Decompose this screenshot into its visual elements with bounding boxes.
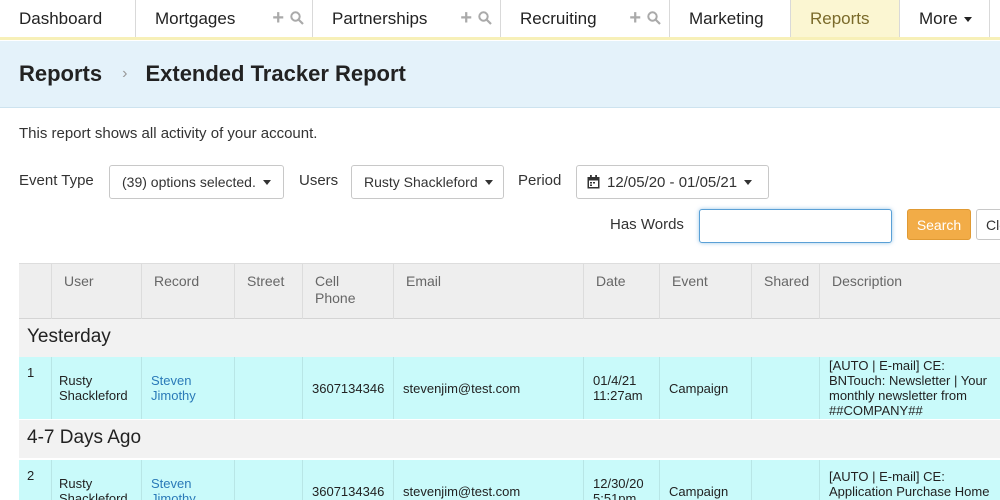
cell-description: [AUTO | E-mail] CE: BNTouch: Newsletter … <box>820 357 1000 419</box>
column-header-date[interactable]: Date <box>584 264 660 320</box>
cell-shared <box>752 357 820 419</box>
tab-label: Reports <box>810 9 870 28</box>
tab-label: More <box>900 9 972 29</box>
caret-down-icon <box>744 179 753 185</box>
caret-down-icon <box>262 179 271 185</box>
cell-shared <box>752 460 820 500</box>
page-title: Extended Tracker Report <box>145 61 406 86</box>
tab-recruiting[interactable]: Recruiting + <box>501 0 670 38</box>
breadcrumb-reports[interactable]: Reports <box>19 61 102 87</box>
row-number: 2 <box>19 460 52 500</box>
cell-phone: 3607134346 <box>303 357 394 419</box>
tab-label: Mortgages <box>155 9 236 28</box>
tab-marketing[interactable]: Marketing <box>670 0 791 38</box>
column-header-user[interactable]: User <box>52 264 142 320</box>
search-icon[interactable] <box>647 11 661 25</box>
tab-partnerships[interactable]: Partnerships + <box>313 0 501 38</box>
chevron-right-icon: › <box>122 65 128 82</box>
cell-date: 01/4/21 11:27am <box>584 357 660 419</box>
column-header-email[interactable]: Email <box>394 264 584 320</box>
column-header-number <box>19 264 52 320</box>
caret-down-icon <box>484 179 493 185</box>
record-link[interactable]: Steven Jimothy <box>151 373 211 403</box>
cell-user: Rusty Shackleford <box>52 357 142 419</box>
cell-description: [AUTO | E-mail] CE: Application Purchase… <box>820 460 1000 500</box>
group-heading: Yesterday <box>19 319 1000 357</box>
plus-icon[interactable]: + <box>460 8 472 28</box>
column-header-cell-phone[interactable]: Cell Phone <box>303 264 394 320</box>
search-icon[interactable] <box>290 11 304 25</box>
column-header-street[interactable]: Street <box>235 264 303 320</box>
column-header-description[interactable]: Description <box>820 264 1000 320</box>
users-dropdown[interactable]: Rusty Shackleford <box>351 165 504 199</box>
cell-date: 12/30/20 5:51pm <box>584 460 660 500</box>
cell-description-text: [AUTO | E-mail] CE: BNTouch: Newsletter … <box>829 358 988 418</box>
users-label: Users <box>299 172 339 189</box>
tab-mortgages[interactable]: Mortgages + <box>136 0 313 38</box>
cell-email: stevenjim@test.com <box>394 357 584 419</box>
cell-user: Rusty Shackleford <box>52 460 142 500</box>
column-header-shared[interactable]: Shared <box>752 264 820 320</box>
row-number: 1 <box>19 357 52 419</box>
cell-description-text: [AUTO | E-mail] CE: Application Purchase… <box>829 468 990 500</box>
cell-record[interactable]: Steven Jimothy <box>142 460 235 500</box>
cell-date-text: 01/4/21 11:27am <box>593 373 643 403</box>
report-description: This report shows all activity of your a… <box>19 125 318 142</box>
tab-dashboard[interactable]: Dashboard <box>0 0 136 38</box>
calendar-icon <box>587 175 600 189</box>
table-header: User Record Street Cell Phone Email Date… <box>19 263 1000 320</box>
cell-user-text: Rusty Shackleford <box>59 373 128 403</box>
search-button[interactable]: Search <box>907 209 971 240</box>
cell-street <box>235 460 303 500</box>
column-header-event[interactable]: Event <box>660 264 752 320</box>
cell-user-text: Rusty Shackleford <box>59 476 128 500</box>
table-row[interactable]: 1 Rusty Shackleford Steven Jimothy 36071… <box>19 357 1000 419</box>
record-link[interactable]: Steven Jimothy <box>151 476 211 500</box>
cell-event: Campaign <box>660 357 752 419</box>
period-dropdown[interactable]: 12/05/20 - 01/05/21 <box>576 165 769 199</box>
cell-street <box>235 357 303 419</box>
column-header-record[interactable]: Record <box>142 264 235 320</box>
top-nav: Dashboard Mortgages + Partnerships + Rec… <box>0 0 1000 40</box>
tab-label: Recruiting <box>520 9 597 28</box>
search-icon[interactable] <box>478 11 492 25</box>
has-words-label: Has Words <box>610 216 684 233</box>
tab-label: Marketing <box>689 9 764 28</box>
tab-label: Dashboard <box>19 9 103 28</box>
plus-icon[interactable]: + <box>272 8 284 28</box>
tab-more-dropdown[interactable]: More <box>900 0 990 38</box>
tab-reports[interactable]: Reports <box>791 0 900 38</box>
period-value: 12/05/20 - 01/05/21 <box>607 173 738 191</box>
plus-icon[interactable]: + <box>629 8 641 28</box>
cell-event: Campaign <box>660 460 752 500</box>
clear-button[interactable]: Clear <box>976 209 1000 240</box>
event-type-dropdown[interactable]: (39) options selected. <box>109 165 284 199</box>
group-heading: 4-7 Days Ago <box>19 420 1000 458</box>
period-label: Period <box>518 172 562 189</box>
has-words-input[interactable] <box>699 209 892 243</box>
cell-phone: 3607134346 <box>303 460 394 500</box>
tab-label: Partnerships <box>332 9 428 28</box>
page-header: Reports › Extended Tracker Report <box>0 41 1000 108</box>
event-type-value: (39) options selected. <box>122 174 256 190</box>
cell-date-text: 12/30/20 5:51pm <box>593 476 644 500</box>
event-type-label: Event Type <box>19 172 94 189</box>
users-value: Rusty Shackleford <box>364 174 478 190</box>
cell-email: stevenjim@test.com <box>394 460 584 500</box>
column-header-cell-phone-label: Cell Phone <box>315 273 356 306</box>
cell-record[interactable]: Steven Jimothy <box>142 357 235 419</box>
table-row[interactable]: 2 Rusty Shackleford Steven Jimothy 36071… <box>19 460 1000 500</box>
